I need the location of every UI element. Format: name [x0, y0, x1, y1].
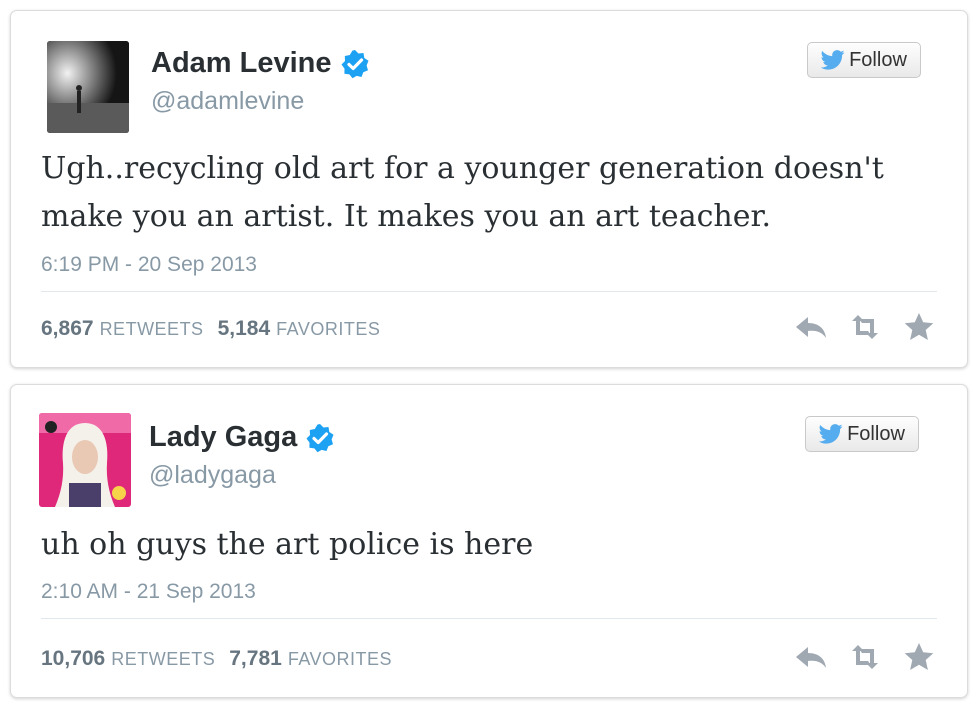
avatar[interactable]	[39, 413, 131, 507]
tweet-actions	[793, 641, 937, 673]
follow-label: Follow	[849, 48, 907, 71]
tweet-stats: 10,706 RETWEETS 7,781 FAVORITES	[41, 647, 406, 671]
tweet-text: Ugh..recycling old art for a younger gen…	[41, 151, 884, 234]
tweet-timestamp[interactable]: 6:19 PM - 20 Sep 2013	[41, 253, 257, 277]
retweets-count[interactable]: 6,867	[41, 317, 94, 341]
tweet-timestamp[interactable]: 2:10 AM - 21 Sep 2013	[41, 580, 256, 604]
user-handle[interactable]: @ladygaga	[149, 461, 276, 490]
twitter-bird-icon	[820, 50, 845, 70]
twitter-bird-icon	[818, 424, 843, 444]
follow-button[interactable]: Follow	[807, 42, 921, 78]
tweet-card: Lady Gaga @ladygaga Follow uh oh guys th…	[10, 384, 968, 698]
display-name[interactable]: Lady Gaga	[149, 421, 297, 454]
retweets-label[interactable]: RETWEETS	[100, 319, 204, 340]
tweet-stats: 6,867 RETWEETS 5,184 FAVORITES	[41, 317, 394, 341]
follow-label: Follow	[847, 422, 905, 445]
verified-badge-icon	[305, 423, 335, 453]
display-name[interactable]: Adam Levine	[151, 47, 332, 80]
favorites-label[interactable]: FAVORITES	[288, 649, 392, 670]
follow-button[interactable]: Follow	[805, 416, 919, 452]
reply-icon[interactable]	[793, 311, 829, 343]
favorites-count[interactable]: 7,781	[229, 647, 282, 671]
tweet-text: uh oh guys the art police is here	[41, 527, 534, 562]
reply-icon[interactable]	[793, 641, 829, 673]
tweet-actions	[793, 311, 937, 343]
avatar[interactable]	[47, 41, 129, 133]
user-handle[interactable]: @adamlevine	[151, 87, 304, 116]
retweets-count[interactable]: 10,706	[41, 647, 105, 671]
favorite-icon[interactable]	[901, 311, 937, 343]
verified-badge-icon	[340, 49, 370, 79]
retweet-icon[interactable]	[847, 311, 883, 343]
divider	[41, 618, 937, 619]
tweet-card: Adam Levine @adamlevine Follow Ugh..recy…	[10, 10, 968, 368]
favorites-label[interactable]: FAVORITES	[276, 319, 380, 340]
retweet-icon[interactable]	[847, 641, 883, 673]
retweets-label[interactable]: RETWEETS	[111, 649, 215, 670]
favorite-icon[interactable]	[901, 641, 937, 673]
divider	[41, 291, 937, 292]
favorites-count[interactable]: 5,184	[218, 317, 271, 341]
